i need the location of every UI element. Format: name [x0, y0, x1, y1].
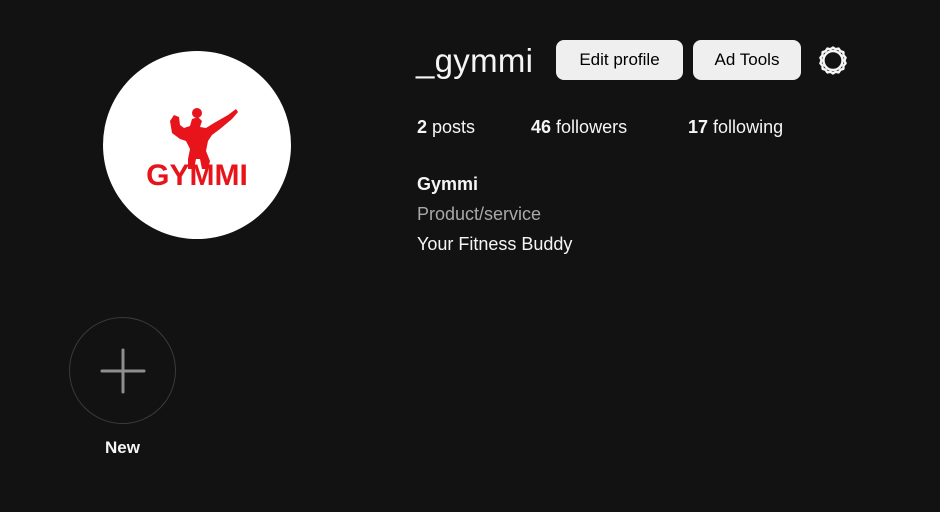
logo-text: GYMMI — [146, 159, 248, 192]
plus-icon — [100, 348, 145, 393]
posts-stat: 2 posts — [417, 115, 475, 139]
bio-name: Gymmi — [417, 174, 479, 194]
posts-label: posts — [432, 117, 476, 137]
new-highlight-button[interactable] — [69, 317, 176, 424]
followers-label: followers — [556, 117, 628, 137]
profile-username: _gymmi — [416, 42, 534, 79]
profile-bio: Gymmi Product/service Your Fitness Buddy — [417, 169, 572, 259]
followers-stat[interactable]: 46 followers — [531, 115, 627, 139]
ad-tools-button[interactable]: Ad Tools — [693, 40, 801, 80]
following-count: 17 — [688, 117, 709, 137]
posts-count: 2 — [417, 117, 428, 137]
following-stat[interactable]: 17 following — [688, 115, 783, 139]
following-label: following — [713, 117, 784, 137]
profile-avatar[interactable]: GYMMI — [103, 51, 291, 239]
gymmi-logo: GYMMI — [146, 108, 248, 192]
bio-category: Product/service — [417, 204, 542, 224]
followers-count: 46 — [531, 117, 552, 137]
bio-text: Your Fitness Buddy — [417, 234, 573, 254]
edit-profile-button[interactable]: Edit profile — [556, 40, 683, 80]
new-highlight-label: New — [105, 438, 140, 457]
gear-icon[interactable] — [817, 44, 849, 76]
